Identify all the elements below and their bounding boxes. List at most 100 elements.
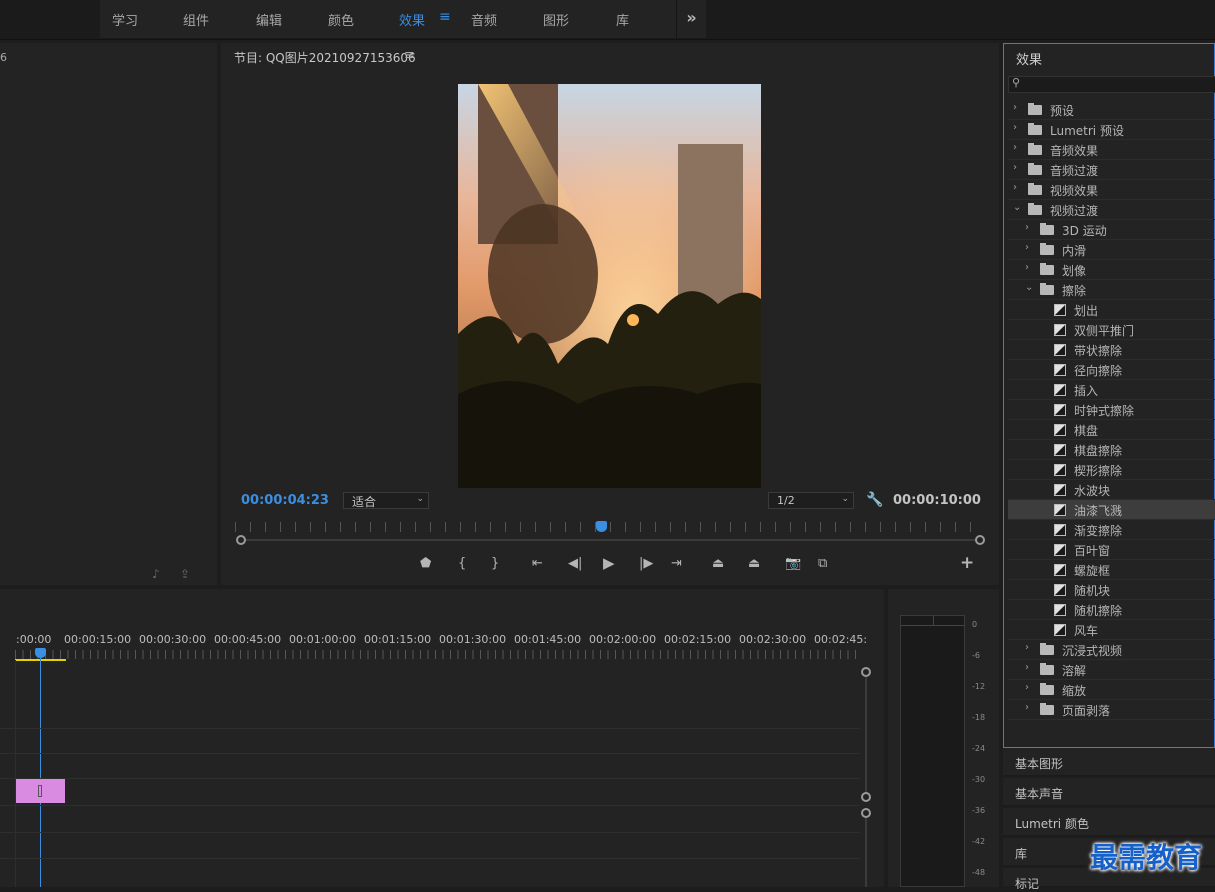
chevron-right-icon[interactable]: › bbox=[1013, 102, 1017, 113]
transition-item[interactable]: 时钟式擦除 bbox=[1008, 400, 1215, 420]
transition-icon bbox=[1054, 504, 1066, 516]
transition-item[interactable]: 棋盘擦除 bbox=[1008, 440, 1215, 460]
chevron-right-icon[interactable]: › bbox=[1025, 702, 1029, 713]
monitor-scrollbar[interactable] bbox=[241, 539, 980, 541]
tab-editing[interactable]: 编辑 bbox=[256, 10, 282, 29]
chevron-right-icon[interactable]: › bbox=[1025, 242, 1029, 253]
timeline-timecode: :00:00 bbox=[16, 633, 52, 646]
current-timecode[interactable]: 00:00:04:23 bbox=[241, 493, 329, 508]
tab-learn[interactable]: 学习 bbox=[112, 10, 138, 29]
effects-folder[interactable]: ⌄ 擦除 bbox=[1008, 280, 1215, 300]
vscroll-track-2[interactable] bbox=[865, 818, 867, 887]
tab-graphics[interactable]: 图形 bbox=[543, 10, 569, 29]
effects-folder[interactable]: › 页面剥落 bbox=[1008, 700, 1215, 720]
chevron-right-icon[interactable]: › bbox=[1013, 162, 1017, 173]
timeline-ruler[interactable] bbox=[15, 650, 858, 659]
step-back-icon[interactable]: ◀| bbox=[568, 556, 582, 571]
insert-audio-icon[interactable]: ♪ bbox=[152, 567, 160, 581]
chevron-down-icon[interactable]: ⌄ bbox=[1013, 202, 1021, 213]
tab-libraries[interactable]: 库 bbox=[616, 10, 629, 29]
vscroll-handle-top-2[interactable] bbox=[861, 808, 871, 818]
transition-item[interactable]: 水波块 bbox=[1008, 480, 1215, 500]
effects-folder[interactable]: › 视频效果 bbox=[1008, 180, 1215, 200]
effects-folder[interactable]: › 3D 运动 bbox=[1008, 220, 1215, 240]
chevron-right-icon[interactable]: › bbox=[1025, 682, 1029, 693]
vscroll-handle-bottom[interactable] bbox=[861, 792, 871, 802]
transition-item[interactable]: 风车 bbox=[1008, 620, 1215, 640]
effects-folder[interactable]: › 内滑 bbox=[1008, 240, 1215, 260]
monitor-ruler[interactable] bbox=[235, 522, 984, 532]
transition-item[interactable]: 随机擦除 bbox=[1008, 600, 1215, 620]
effect-label: 划像 bbox=[1062, 264, 1087, 278]
section-essential-sound[interactable]: 基本声音 bbox=[1003, 778, 1215, 806]
wrench-icon[interactable]: 🔧 bbox=[866, 492, 883, 508]
transition-item[interactable]: 插入 bbox=[1008, 380, 1215, 400]
section-lumetri-color[interactable]: Lumetri 颜色 bbox=[1003, 808, 1215, 836]
export-frame-icon[interactable]: 📷 bbox=[785, 556, 801, 571]
tab-assembly[interactable]: 组件 bbox=[183, 10, 209, 29]
resolution-dropdown[interactable]: 1/2 ⌄ bbox=[768, 492, 854, 509]
transition-item[interactable]: 随机块 bbox=[1008, 580, 1215, 600]
effects-folder[interactable]: ⌄ 视频过渡 bbox=[1008, 200, 1215, 220]
add-button-icon[interactable]: + bbox=[960, 553, 974, 573]
play-icon[interactable]: ▶ bbox=[603, 554, 615, 572]
extract-icon[interactable]: ⏏ bbox=[748, 556, 760, 571]
vscroll-handle-top[interactable] bbox=[861, 667, 871, 677]
hamburger-icon[interactable]: ≡ bbox=[439, 9, 451, 25]
transition-item[interactable]: 双侧平推门 bbox=[1008, 320, 1215, 340]
chevron-down-icon[interactable]: ⌄ bbox=[1025, 282, 1033, 293]
go-to-in-icon[interactable]: ⇤ bbox=[532, 556, 543, 571]
double-chevron-right-icon[interactable]: » bbox=[676, 0, 706, 38]
comparison-view-icon[interactable]: ⧉ bbox=[818, 556, 827, 571]
timeline-playhead[interactable] bbox=[35, 648, 46, 658]
audio-clip[interactable] bbox=[16, 779, 65, 803]
effects-folder[interactable]: › 音频效果 bbox=[1008, 140, 1215, 160]
folder-icon bbox=[1028, 183, 1042, 195]
transition-item[interactable]: 楔形擦除 bbox=[1008, 460, 1215, 480]
mark-out-icon[interactable]: } bbox=[491, 556, 499, 571]
effects-folder[interactable]: › 划像 bbox=[1008, 260, 1215, 280]
panel-menu-icon[interactable]: ≡ bbox=[404, 48, 415, 63]
transition-item[interactable]: 百叶窗 bbox=[1008, 540, 1215, 560]
chevron-right-icon[interactable]: › bbox=[1025, 262, 1029, 273]
effects-folder[interactable]: › 缩放 bbox=[1008, 680, 1215, 700]
chevron-right-icon[interactable]: › bbox=[1025, 642, 1029, 653]
transition-icon bbox=[1054, 424, 1066, 436]
effects-folder[interactable]: › 预设 bbox=[1008, 100, 1215, 120]
transition-item[interactable]: 径向擦除 bbox=[1008, 360, 1215, 380]
scroll-handle-right[interactable] bbox=[975, 535, 985, 545]
timeline-timecode: 00:02:00:00 bbox=[589, 633, 657, 646]
scroll-handle-left[interactable] bbox=[236, 535, 246, 545]
monitor-playhead[interactable] bbox=[596, 521, 607, 532]
effects-folder[interactable]: › 音频过渡 bbox=[1008, 160, 1215, 180]
timeline-timecode: 00:00:30:00 bbox=[139, 633, 207, 646]
mark-in-icon[interactable]: { bbox=[458, 556, 466, 571]
chevron-right-icon[interactable]: › bbox=[1025, 662, 1029, 673]
chevron-right-icon[interactable]: › bbox=[1025, 222, 1029, 233]
go-to-out-icon[interactable]: ⇥ bbox=[671, 556, 682, 571]
effects-folder[interactable]: › 溶解 bbox=[1008, 660, 1215, 680]
transition-item[interactable]: 棋盘 bbox=[1008, 420, 1215, 440]
step-forward-icon[interactable]: |▶ bbox=[639, 556, 653, 571]
tab-audio[interactable]: 音频 bbox=[471, 10, 497, 29]
marker-icon[interactable]: ⬟ bbox=[420, 556, 431, 571]
transition-item[interactable]: 螺旋框 bbox=[1008, 560, 1215, 580]
effects-search-input[interactable]: ⚲ bbox=[1008, 76, 1215, 93]
lift-icon[interactable]: ⏏ bbox=[712, 556, 724, 571]
transition-item[interactable]: 油漆飞溅 bbox=[1008, 500, 1215, 520]
chevron-right-icon[interactable]: › bbox=[1013, 182, 1017, 193]
transition-item[interactable]: 带状擦除 bbox=[1008, 340, 1215, 360]
transition-item[interactable]: 划出 bbox=[1008, 300, 1215, 320]
vscroll-track[interactable] bbox=[865, 677, 867, 793]
section-essential-graphics[interactable]: 基本图形 bbox=[1003, 748, 1215, 776]
tab-effects[interactable]: 效果 bbox=[399, 10, 425, 29]
chevron-right-icon[interactable]: › bbox=[1013, 142, 1017, 153]
timeline-timecode: 00:02:45: bbox=[814, 633, 868, 646]
fit-dropdown[interactable]: 适合 ⌄ bbox=[343, 492, 429, 509]
tab-color[interactable]: 颜色 bbox=[328, 10, 354, 29]
export-icon[interactable]: ⇪ bbox=[180, 567, 190, 581]
chevron-right-icon[interactable]: › bbox=[1013, 122, 1017, 133]
transition-item[interactable]: 渐变擦除 bbox=[1008, 520, 1215, 540]
effects-folder[interactable]: › 沉浸式视频 bbox=[1008, 640, 1215, 660]
effects-folder[interactable]: › Lumetri 预设 bbox=[1008, 120, 1215, 140]
